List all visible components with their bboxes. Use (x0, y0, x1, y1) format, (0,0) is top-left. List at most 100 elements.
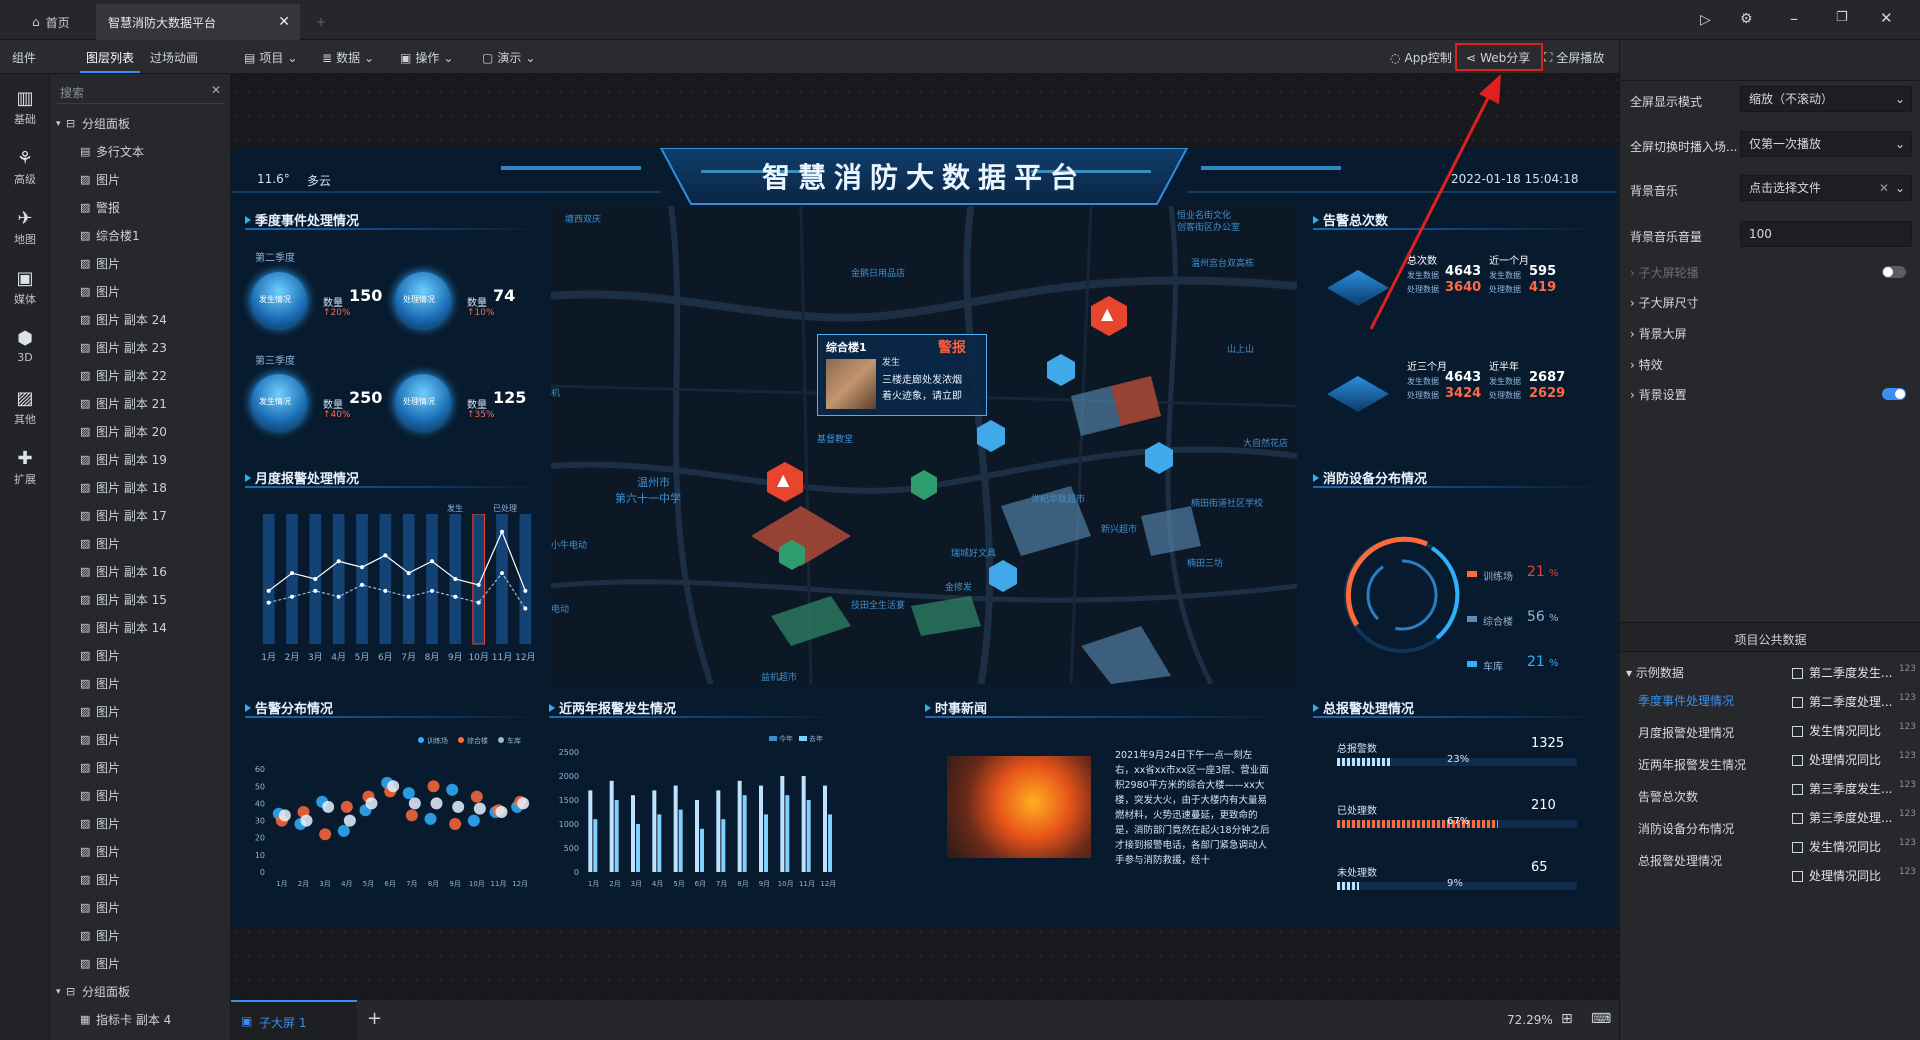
rail-basic[interactable]: ▥ 基础 (0, 88, 50, 127)
tab-layer-list[interactable]: 图层列表 (86, 49, 134, 66)
layer-item[interactable]: ▨ 图片 (50, 950, 230, 978)
layer-item[interactable]: ▨ 图片 (50, 838, 230, 866)
display-mode-select[interactable]: 缩放（不滚动） ⌄ (1740, 86, 1912, 112)
minimize-icon[interactable]: – (1790, 9, 1798, 28)
rail-map[interactable]: ✈ 地图 (0, 208, 50, 247)
sub-screen-tab[interactable]: ▣ 子大屏 1 (231, 1000, 357, 1040)
section-sub-screen-size[interactable]: › 子大屏尺寸 (1630, 294, 1699, 311)
data-field-item[interactable]: 第二季度发生... 123 (1792, 664, 1916, 681)
background-toggle[interactable] (1882, 388, 1906, 400)
menu-project[interactable]: ▤ 项目 ⌄ (244, 49, 297, 66)
transition-select[interactable]: 仅第一次播放 ⌄ (1740, 131, 1912, 157)
data-field-item[interactable]: 第三季度处理... 123 (1792, 809, 1916, 826)
rail-advanced[interactable]: ⚘ 高级 (0, 148, 50, 187)
keyboard-icon[interactable]: ⌨ (1591, 1011, 1611, 1027)
tab-transition[interactable]: 过场动画 (150, 49, 198, 66)
section-background-screen[interactable]: › 背景大屏 (1630, 325, 1687, 342)
map-popup[interactable]: 综合楼1 警报 发生 三楼走廊处发浓烟 着火迹象，请立即 (817, 334, 987, 416)
close-icon[interactable]: ✕ (278, 14, 290, 30)
layer-item[interactable]: ▨ 图片 (50, 922, 230, 950)
city-map[interactable]: ▲ ▲ 综合楼1 警报 发生 三楼走廊处发浓烟 着火迹象，请立即 塘西双庆 金鹅… (551, 206, 1297, 684)
layer-search[interactable]: 搜索 ✕ (56, 80, 225, 104)
checkbox-icon[interactable] (1792, 697, 1803, 708)
window-close-icon[interactable]: ✕ (1880, 9, 1893, 27)
layer-item[interactable]: ▨ 综合楼1 (50, 222, 230, 250)
data-field-item[interactable]: 发生情况同比 123 (1792, 722, 1916, 739)
layer-item[interactable]: ▤ 多行文本 (50, 138, 230, 166)
checkbox-icon[interactable] (1792, 813, 1803, 824)
checkbox-icon[interactable] (1792, 871, 1803, 882)
section-sub-screen-carousel[interactable]: › 子大屏轮播 (1630, 264, 1699, 281)
layer-item[interactable]: ▨ 图片 副本 22 (50, 362, 230, 390)
add-sub-screen-button[interactable]: + (367, 1008, 382, 1029)
layer-item[interactable]: ▨ 图片 (50, 866, 230, 894)
menu-operation[interactable]: ▣ 操作 ⌄ (400, 49, 453, 66)
data-field-item[interactable]: 处理情况同比 123 (1792, 751, 1916, 768)
data-field-item[interactable]: 发生情况同比 123 (1792, 838, 1916, 855)
tree-item[interactable]: 月度报警处理情况 (1638, 724, 1734, 741)
section-background-settings[interactable]: › 背景设置 (1630, 386, 1687, 403)
tree-item[interactable]: 告警总次数 (1638, 788, 1698, 805)
layer-item[interactable]: ▨ 图片 (50, 530, 230, 558)
tree-root[interactable]: ▾ 示例数据 (1626, 664, 1684, 681)
data-field-item[interactable]: 第二季度处理... 123 (1792, 693, 1916, 710)
new-tab-button[interactable]: + (304, 4, 338, 40)
data-field-item[interactable]: 第三季度发生... 123 (1792, 780, 1916, 797)
layer-item[interactable]: ▨ 图片 (50, 642, 230, 670)
section-effects[interactable]: › 特效 (1630, 356, 1663, 373)
carousel-toggle[interactable] (1882, 266, 1906, 278)
menu-demo[interactable]: ▢ 演示 ⌄ (482, 49, 535, 66)
tree-item[interactable]: 消防设备分布情况 (1638, 820, 1734, 837)
layer-item[interactable]: ▨ 图片 (50, 166, 230, 194)
search-input[interactable]: 搜索 (60, 84, 84, 101)
rail-media[interactable]: ▣ 媒体 (0, 268, 50, 307)
rail-extend[interactable]: ✚ 扩展 (0, 448, 50, 487)
layer-item[interactable]: ▨ 图片 副本 19 (50, 446, 230, 474)
gear-icon[interactable]: ⚙ (1740, 11, 1753, 27)
layer-item[interactable]: ▨ 图片 副本 24 (50, 306, 230, 334)
tab-home[interactable]: ⌂ 首页 (20, 4, 82, 40)
bgm-file-picker[interactable]: 点击选择文件 ✕ ⌄ (1740, 175, 1912, 201)
layer-item[interactable]: ▨ 图片 (50, 782, 230, 810)
layer-item[interactable]: ▨ 图片 (50, 670, 230, 698)
layer-item[interactable]: ▨ 图片 (50, 726, 230, 754)
layer-item[interactable]: ▨ 警报 (50, 194, 230, 222)
layer-item[interactable]: ▨ 图片 副本 18 (50, 474, 230, 502)
data-field-item[interactable]: 处理情况同比 123 (1792, 867, 1916, 884)
checkbox-icon[interactable] (1792, 668, 1803, 679)
layer-item[interactable]: ▨ 图片 副本 20 (50, 418, 230, 446)
layer-item[interactable]: ▨ 图片 副本 23 (50, 334, 230, 362)
fit-screen-icon[interactable]: ⊞ (1561, 1011, 1573, 1027)
checkbox-icon[interactable] (1792, 842, 1803, 853)
layer-item[interactable]: ▨ 图片 副本 21 (50, 390, 230, 418)
layer-item[interactable]: ▨ 图片 (50, 250, 230, 278)
tab-document[interactable]: 智慧消防大数据平台 ✕ (96, 4, 300, 40)
layer-item[interactable]: ▨ 图片 副本 16 (50, 558, 230, 586)
tree-item[interactable]: 季度事件处理情况 (1638, 692, 1734, 709)
web-share-button[interactable]: ⋖ Web分享 (1466, 49, 1530, 66)
layer-item[interactable]: ▨ 图片 副本 17 (50, 502, 230, 530)
maximize-icon[interactable]: ❐ (1836, 10, 1848, 25)
fullscreen-button[interactable]: ⛶ 全屏播放 (1544, 49, 1604, 66)
clear-icon[interactable]: ✕ (211, 83, 221, 97)
layer-item[interactable]: ▦ 指标卡 副本 4 (50, 1006, 230, 1034)
checkbox-icon[interactable] (1792, 755, 1803, 766)
tree-item[interactable]: 近两年报警发生情况 (1638, 756, 1746, 773)
tree-item[interactable]: 总报警处理情况 (1638, 852, 1722, 869)
menu-data[interactable]: ≣ 数据 ⌄ (322, 49, 374, 66)
canvas-area[interactable]: 智慧消防大数据平台 11.6° 多云 2022-01-18 15:04:18 季… (231, 74, 1619, 999)
checkbox-icon[interactable] (1792, 726, 1803, 737)
app-control-button[interactable]: ◌ App控制 (1390, 49, 1452, 66)
rail-other[interactable]: ▨ 其他 (0, 388, 50, 427)
layer-group-item[interactable]: ▾ ⊟ 分组面板 (50, 110, 230, 138)
tab-components[interactable]: 组件 (12, 49, 36, 66)
layer-item[interactable]: ▨ 图片 (50, 754, 230, 782)
layer-item[interactable]: ▨ 图片 (50, 894, 230, 922)
play-icon[interactable]: ▷ (1700, 12, 1711, 28)
layer-item[interactable]: ▨ 图片 (50, 810, 230, 838)
layer-item[interactable]: ▨ 图片 (50, 698, 230, 726)
layer-item[interactable]: ▨ 图片 (50, 278, 230, 306)
layer-group-item[interactable]: ▾ ⊟ 分组面板 (50, 978, 230, 1006)
volume-input[interactable]: 100 (1740, 221, 1912, 247)
rail-3d[interactable]: ⬢ 3D (0, 328, 50, 364)
